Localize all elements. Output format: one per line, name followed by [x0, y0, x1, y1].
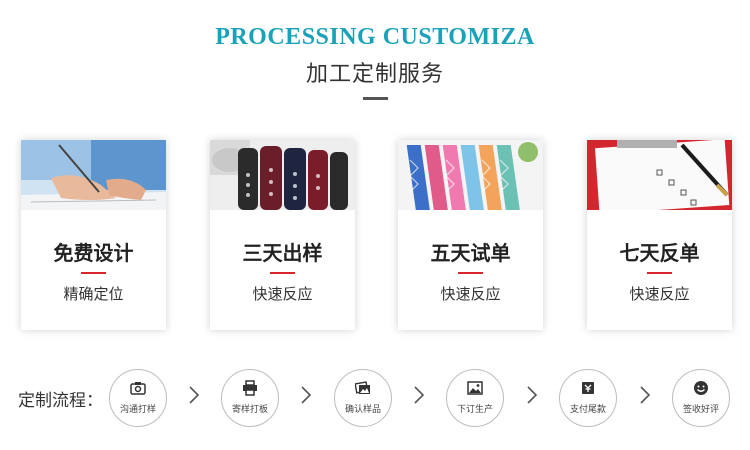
flow-step-label: 支付尾款	[569, 405, 606, 415]
service-card-free-design[interactable]: 免费设计 精确定位	[21, 140, 166, 330]
title-divider	[363, 97, 388, 100]
card-subtitle: 精确定位	[63, 285, 124, 303]
flow-step-confirm-sample[interactable]: 确认样品	[334, 369, 392, 427]
flow-step-receive-review[interactable]: 签收好评	[672, 369, 730, 427]
card-red-divider	[647, 272, 672, 274]
card-subtitle: 快速反应	[252, 285, 313, 303]
payment-icon	[582, 382, 594, 394]
flow-step-order-production[interactable]: 下订生产	[446, 369, 504, 427]
colorful-ribbon-photo	[398, 140, 543, 210]
chevron-right-icon	[527, 386, 538, 404]
chevron-right-icon	[414, 386, 425, 404]
card-red-divider	[81, 272, 106, 274]
service-card-seven-day-reorder[interactable]: 七天反单 快速反应	[587, 140, 732, 330]
card-title: 五天试单	[430, 241, 511, 265]
chevron-right-icon	[189, 386, 200, 404]
card-title: 免费设计	[53, 241, 134, 265]
flow-step-label: 确认样品	[344, 405, 381, 415]
card-red-divider	[270, 272, 295, 274]
flow-step-communicate-sample[interactable]: 沟通打样	[109, 369, 167, 427]
smiley-icon	[694, 381, 708, 395]
pen-checklist-photo	[587, 140, 732, 210]
flow-step-pay-balance[interactable]: 支付尾款	[559, 369, 617, 427]
picture-icon	[467, 381, 483, 395]
printer-icon	[243, 380, 257, 396]
service-card-three-day-sample[interactable]: 三天出样 快速反应	[210, 140, 355, 330]
card-subtitle: 快速反应	[440, 285, 501, 303]
card-title: 三天出样	[242, 241, 323, 265]
lace-ribbon-rolls-photo	[210, 140, 355, 210]
flow-step-send-sample[interactable]: 寄样打板	[221, 369, 279, 427]
service-card-five-day-trial[interactable]: 五天试单 快速反应	[398, 140, 543, 330]
chevron-right-icon	[301, 386, 312, 404]
flow-step-label: 下订生产	[456, 405, 493, 415]
flow-label: 定制流程：	[18, 391, 103, 411]
flow-step-label: 沟通打样	[119, 405, 156, 415]
flow-step-label: 签收好评	[682, 405, 719, 415]
section-title-chinese: 加工定制服务	[305, 62, 444, 87]
card-red-divider	[458, 272, 483, 274]
camera-icon	[130, 382, 146, 395]
photos-icon	[355, 381, 370, 394]
card-subtitle: 快速反应	[629, 285, 690, 303]
hand-writing-photo	[21, 140, 166, 210]
card-title: 七天反单	[619, 241, 700, 265]
chevron-right-icon	[640, 386, 651, 404]
flow-step-label: 寄样打板	[231, 405, 268, 415]
section-title-english: PROCESSING CUSTOMIZA	[215, 24, 535, 50]
